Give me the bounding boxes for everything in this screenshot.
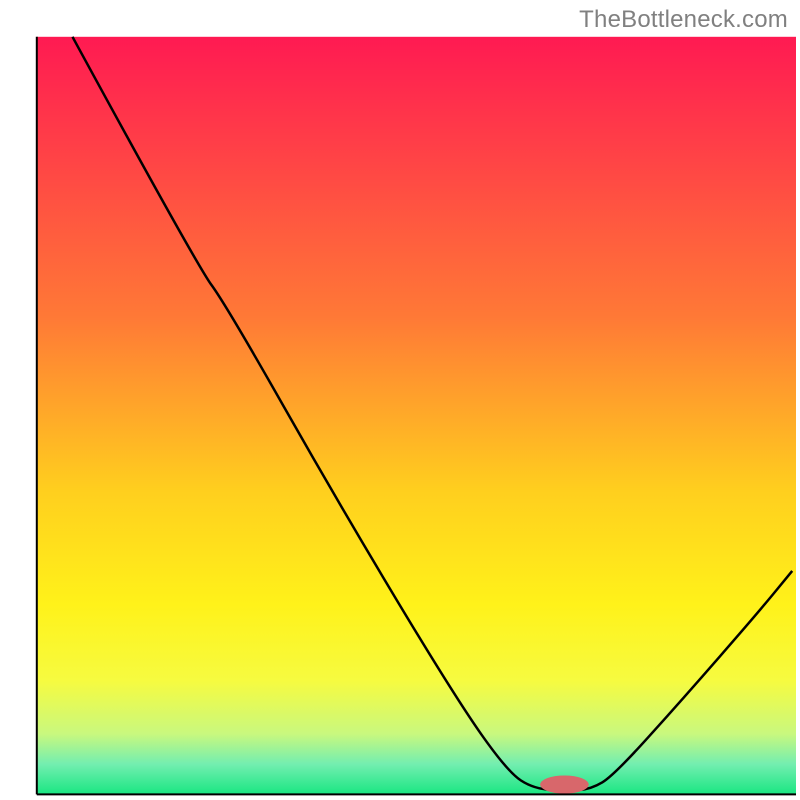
chart-canvas	[0, 0, 800, 800]
plot-background	[37, 37, 796, 795]
watermark-label: TheBottleneck.com	[579, 6, 788, 34]
optimal-marker	[540, 775, 589, 793]
bottleneck-chart: TheBottleneck.com	[0, 0, 800, 800]
